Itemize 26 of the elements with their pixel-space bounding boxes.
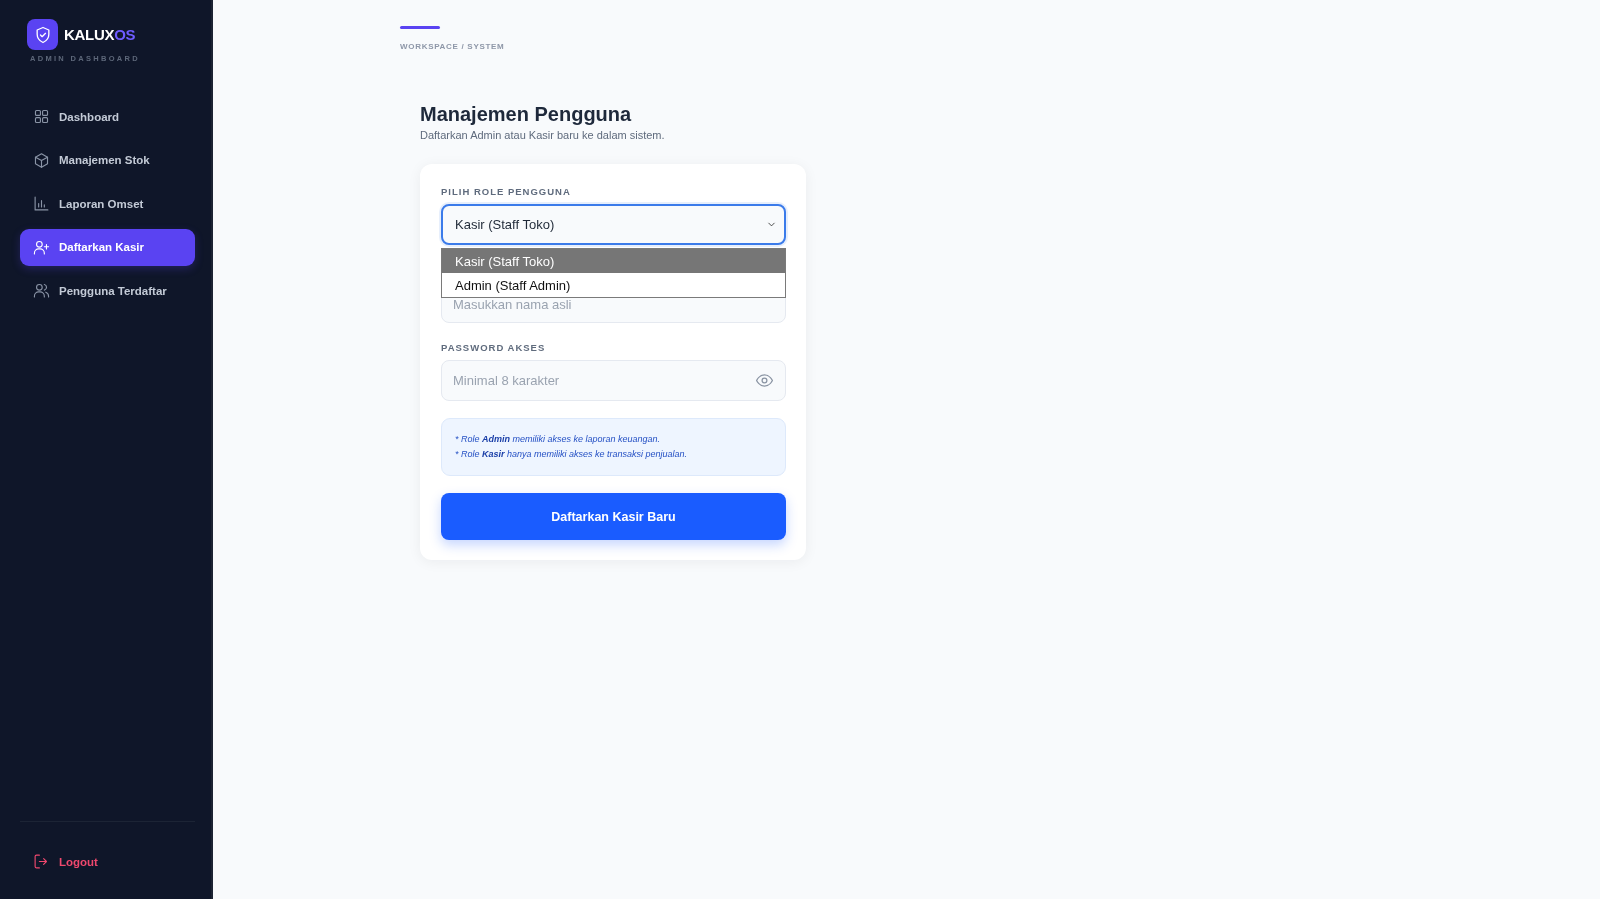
nav-item[interactable]: Laporan Omset [20, 185, 195, 222]
info-note: * Role Admin memiliki akses ke laporan keuangan. [455, 433, 661, 446]
role-select[interactable]: Kasir (Staff Toko) [441, 204, 786, 245]
brand-name: KALUXOS [64, 26, 136, 43]
user-plus-icon [33, 238, 50, 256]
nav-item[interactable]: Manajemen Stok [20, 141, 195, 179]
dropdown-option[interactable]: Kasir (Staff Toko) [442, 249, 785, 273]
nav-item[interactable]: Dashboard [20, 98, 195, 135]
info-note: * Role Kasir hanya memiliki akses ke transaksi penjualan. [455, 448, 688, 461]
grid-icon [33, 108, 50, 125]
breadcrumb: WORKSPACE / SYSTEM [400, 42, 505, 51]
password-field[interactable]: Minimal 8 karakter [441, 360, 786, 401]
cube-icon [33, 151, 50, 169]
page-subtitle: Daftarkan Admin atau Kasir baru ke dalam sistem. [420, 128, 665, 142]
submit-button[interactable]: Daftarkan Kasir Baru [441, 493, 786, 540]
eye-icon[interactable] [755, 371, 774, 390]
nav-item[interactable]: Daftarkan Kasir [20, 228, 195, 266]
field-label: PILIH ROLE PENGGUNA [441, 185, 571, 198]
users-icon [33, 282, 50, 299]
bar-chart-icon [33, 195, 50, 212]
logout-icon [33, 853, 50, 870]
shield-check-icon [27, 19, 58, 50]
field-label: PASSWORD AKSES [441, 341, 546, 354]
page-title: Manajemen Pengguna [420, 102, 632, 126]
nav-item[interactable]: Pengguna Terdaftar [20, 272, 195, 309]
logout-button[interactable]: Logout [20, 843, 195, 880]
